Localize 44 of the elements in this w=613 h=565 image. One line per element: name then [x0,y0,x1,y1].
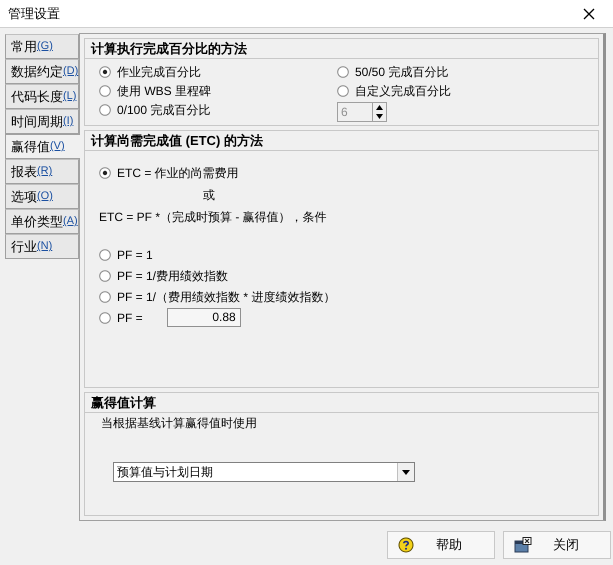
tab[interactable]: 赢得值(V) [5,134,80,159]
radio-label: PF = 1/费用绩效指数 [117,268,228,284]
section-heading: 计算执行完成百分比的方法 [85,39,598,59]
section-heading: 计算尚需完成值 (ETC) 的方法 [85,131,598,151]
radio-label: PF = 1 [117,246,153,264]
help-button[interactable]: 帮助 [387,531,495,559]
radio-button[interactable] [99,104,111,116]
close-button[interactable]: 关闭 [503,531,611,559]
window-title: 管理设置 [8,4,60,23]
tab[interactable]: 数据约定(D) [5,59,79,84]
description-text: 当根据基线计算赢得值时使用 [100,415,257,432]
radio-label: 使用 WBS 里程碑 [117,82,212,100]
tab[interactable]: 代码长度(L) [5,84,79,109]
radio-label: PF = 1/（费用绩效指数 * 进度绩效指数） [117,288,336,306]
radio-button[interactable] [99,166,111,178]
radio-button[interactable] [99,270,111,282]
tab[interactable]: 选项(O) [5,184,79,209]
help-icon [398,537,414,553]
tab[interactable]: 单价类型(A) [5,209,79,234]
radio-button[interactable] [99,290,111,302]
tab[interactable]: 常用(G) [5,34,79,59]
dropdown-arrow-icon[interactable] [402,470,410,474]
radio-button[interactable] [337,84,349,96]
radio-label: 50/50 完成百分比 [355,64,448,80]
radio-label: ETC = 作业的尚需费用 [117,164,239,182]
radio-button[interactable] [99,66,111,78]
radio-label: PF = [117,310,143,326]
radio-label: 自定义完成百分比 [355,82,451,100]
close-icon[interactable] [583,8,595,20]
radio-button[interactable] [99,84,111,96]
tab[interactable]: 报表(R) [5,159,79,184]
window-close-icon [514,537,532,553]
tab[interactable]: 行业(N) [5,234,79,259]
or-label: 或 [202,187,215,204]
dropdown[interactable]: 预算值与计划日期 [113,462,415,482]
tab[interactable]: 时间周期(I) [5,109,79,134]
section-heading: 赢得值计算 [85,393,598,413]
radio-label: 0/100 完成百分比 [117,102,210,118]
radio-button[interactable] [99,312,111,324]
radio-button[interactable] [337,66,349,78]
radio-button[interactable] [99,248,111,260]
radio-label: 作业完成百分比 [117,64,201,80]
formula-text: ETC = PF *（完成时预算 - 赢得值），条件 [99,209,327,226]
input-field[interactable]: 0.88 [166,308,241,327]
